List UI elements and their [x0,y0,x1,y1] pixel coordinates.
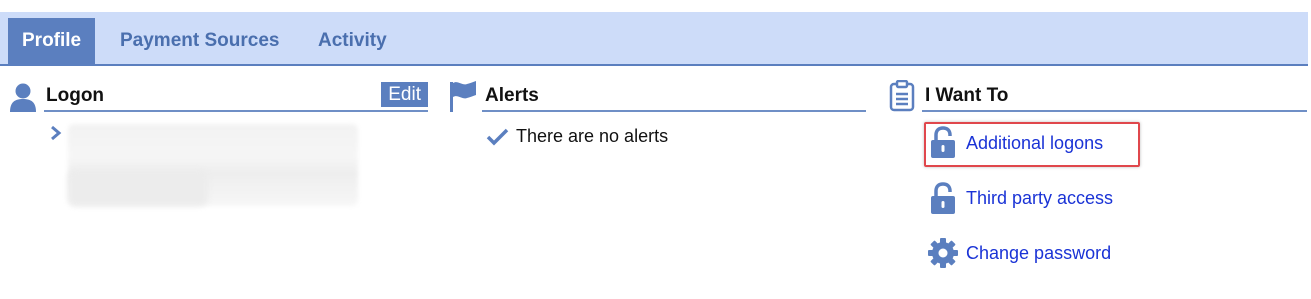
flag-icon [448,80,478,117]
tab-activity[interactable]: Activity [318,18,387,64]
tab-profile[interactable]: Profile [8,18,96,64]
user-icon [9,82,37,117]
tab-bar: Profile Payment Sources Activity [0,12,1308,66]
i-want-to-title: I Want To [925,85,1009,106]
clipboard-icon [889,79,915,117]
logon-title: Logon [46,85,105,106]
alerts-title: Alerts [485,85,539,106]
lock-icon[interactable] [930,126,956,163]
edit-button[interactable]: Edit [381,82,428,107]
alerts-header: Alerts [482,80,866,112]
logon-header: Logon Edit [44,80,428,112]
no-alerts-message: There are no alerts [516,126,669,146]
gear-icon[interactable] [927,237,959,274]
i-want-to-header: I Want To [922,80,1307,112]
redacted-logon-details-line [68,170,208,206]
tab-payment-sources[interactable]: Payment Sources [120,18,279,64]
third-party-access-link[interactable]: Third party access [966,188,1113,209]
lock-icon[interactable] [930,182,956,219]
change-password-link[interactable]: Change password [966,243,1111,264]
additional-logons-link[interactable]: Additional logons [966,133,1103,154]
checkmark-icon [486,128,510,151]
chevron-right-icon[interactable] [50,125,62,146]
